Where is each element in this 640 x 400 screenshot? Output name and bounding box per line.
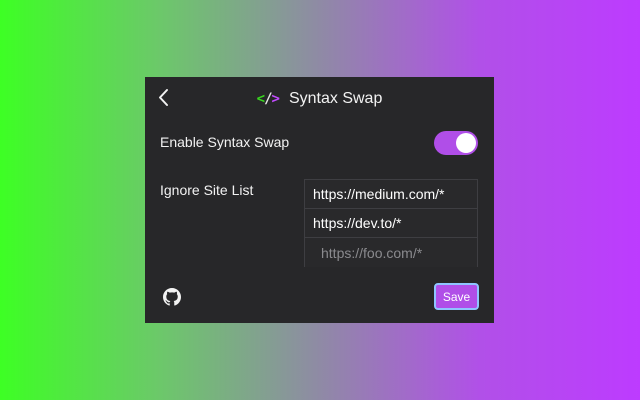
header: </> Syntax Swap [145, 77, 494, 121]
ignore-site-list: https://medium.com/* https://dev.to/* [304, 179, 478, 267]
toggle-knob [456, 133, 476, 153]
code-logo-icon: </> [256, 91, 281, 107]
logo-gt: > [271, 91, 281, 107]
enable-label: Enable Syntax Swap [160, 134, 290, 150]
github-icon [163, 288, 181, 306]
ignore-site-list-label: Ignore Site List [160, 182, 254, 198]
extension-popup: </> Syntax Swap Enable Syntax Swap Ignor… [145, 77, 494, 323]
logo-lt: < [256, 91, 266, 107]
ignore-site-item[interactable]: https://dev.to/* [305, 209, 477, 238]
save-button[interactable]: Save [434, 283, 479, 310]
page-title: Syntax Swap [288, 90, 383, 107]
title-group: </> Syntax Swap [145, 90, 494, 108]
new-site-row [305, 238, 477, 267]
ignore-site-item[interactable]: https://medium.com/* [305, 180, 477, 209]
enable-toggle[interactable] [434, 131, 478, 155]
new-site-input[interactable] [313, 238, 477, 267]
github-link[interactable] [163, 288, 181, 306]
logo-slash: / [264, 91, 273, 107]
